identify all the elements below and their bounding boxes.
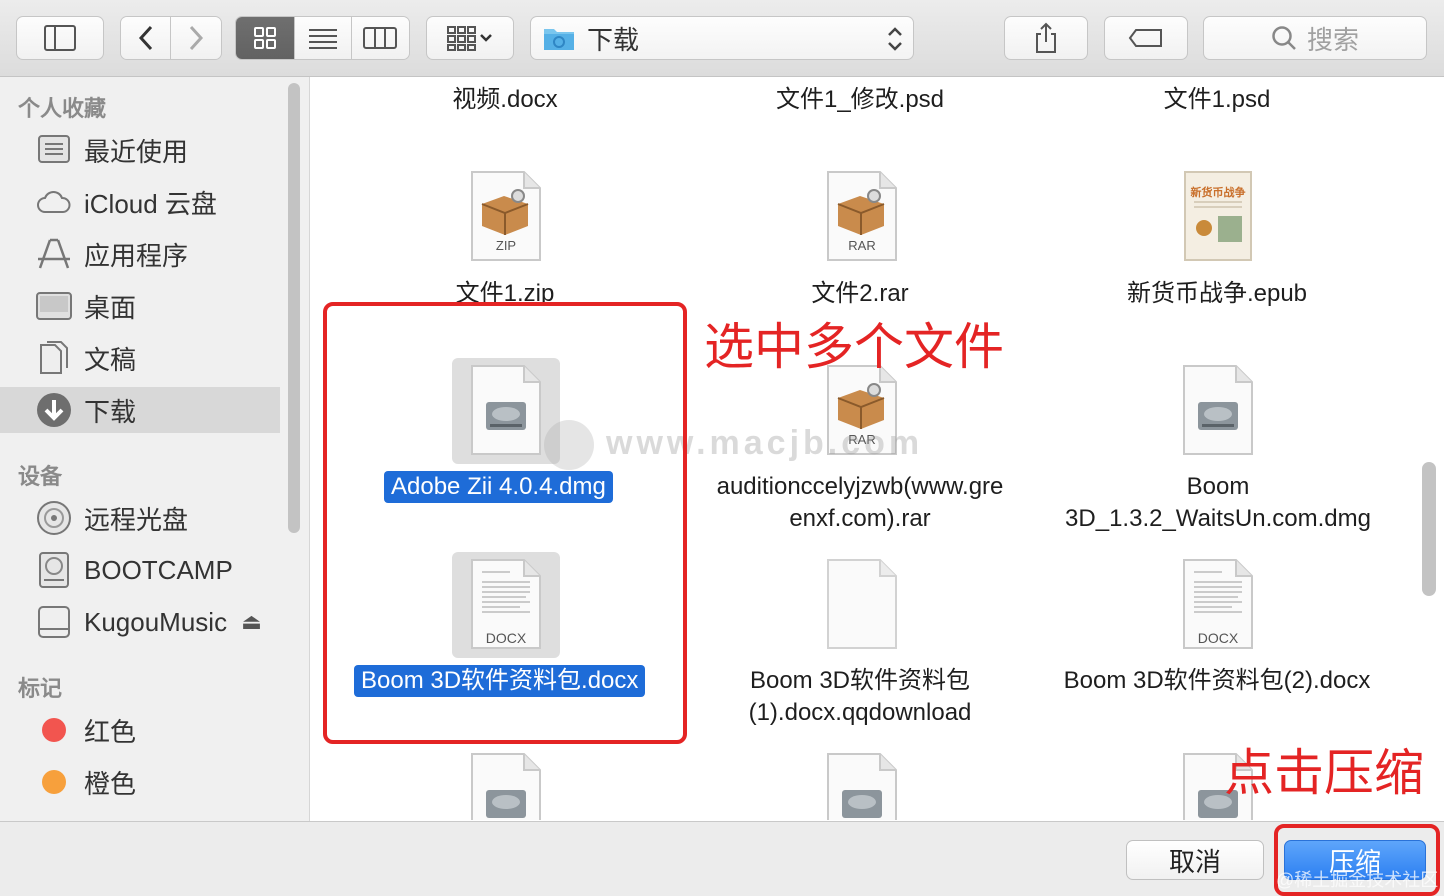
selection-highlight-box [323,302,687,744]
tags-header: 标记 [18,676,63,701]
cancel-button[interactable]: 取消 [1126,840,1264,880]
file-name-line-1[interactable]: Boom [1060,471,1376,503]
cloud-icon [36,184,72,220]
sidebar-item-remote-disc[interactable]: 远程光盘 [0,495,280,541]
tag-button[interactable] [1104,16,1188,60]
sidebar-item-desktop[interactable]: 桌面 [0,283,280,329]
search-icon [1272,26,1296,50]
sidebar-item-label: 桌面 [84,292,137,323]
sidebar-item-label: 下载 [84,396,137,427]
toolbar: 下载 搜索 [0,0,1444,77]
file-badge: DOCX [1197,630,1239,646]
list-view-button[interactable] [295,17,352,59]
sidebar-item-label: KugouMusic [84,606,228,637]
blank-document-icon[interactable] [826,558,898,655]
documents-icon [36,340,72,376]
sidebar-item-label: 红色 [84,716,137,747]
sidebar-item-recents[interactable]: 最近使用 [0,127,280,173]
up-down-chevron-icon [888,27,902,51]
sidebar-item-downloads[interactable]: 下载 [0,387,280,433]
downloads-folder-icon [544,29,574,50]
sidebar-icon [44,25,76,51]
sidebar-item-kugoumusic[interactable]: KugouMusic ⏏ [0,599,280,645]
list-icon [308,29,337,49]
arrange-grid-icon [447,26,492,51]
sidebar-toggle-button[interactable] [16,16,104,60]
orange-tag-dot-icon [36,764,72,800]
sidebar-item-bootcamp[interactable]: BOOTCAMP [0,547,280,593]
sidebar-item-label: BOOTCAMP [84,554,233,585]
share-button[interactable] [1004,16,1088,60]
sidebar-item-tag-red[interactable]: 红色 [0,707,280,753]
chevron-down-icon [480,34,492,42]
file-name[interactable]: 文件2.rar [760,278,960,310]
file-name-line-1[interactable]: Boom 3D软件资料包 [720,665,1000,697]
favorites-header: 个人收藏 [18,96,107,121]
docx-document-icon[interactable]: DOCX [1182,558,1254,655]
red-tag-dot-icon [36,712,72,748]
sidebar-item-applications[interactable]: 应用程序 [0,231,280,277]
file-name[interactable]: Boom 3D软件资料包(2).docx [1052,665,1382,697]
chevron-left-icon [138,25,152,51]
disc-icon [36,500,72,536]
file-name[interactable]: 新货币战争.epub [1100,278,1334,310]
hard-disk-icon [36,552,72,588]
applications-icon [36,236,72,272]
file-name[interactable]: 文件1_修改.psd [740,84,980,116]
sidebar-item-label: 远程光盘 [84,504,189,535]
columns-icon [363,27,398,49]
share-icon [1036,22,1056,53]
recents-icon [36,132,72,168]
back-button[interactable] [121,17,171,59]
arrange-button[interactable] [426,16,514,60]
view-mode-segment [235,16,410,60]
sidebar-item-label: 最近使用 [84,136,189,167]
path-popup[interactable]: 下载 [530,16,914,60]
sidebar-item-label: iCloud 云盘 [84,188,217,219]
eject-icon[interactable]: ⏏ [241,609,262,635]
sidebar-item-tag-orange[interactable]: 橙色 [0,759,280,805]
desktop-icon [36,288,72,324]
search-field[interactable]: 搜索 [1203,16,1427,60]
icon-view-button[interactable] [236,17,296,59]
forward-button[interactable] [171,17,221,59]
zip-archive-icon[interactable]: ZIP [470,170,542,267]
rar-archive-icon[interactable]: RAR [826,170,898,267]
file-badge: RAR [848,238,876,253]
drive-icon [36,604,72,640]
sidebar-item-documents[interactable]: 文稿 [0,335,280,381]
chevron-right-icon [189,25,204,51]
sidebar-item-label: 橙色 [84,768,137,799]
file-grid-scrollbar[interactable] [1422,462,1436,596]
grid-icon [254,27,277,49]
dmg-disk-image-icon[interactable] [1182,364,1254,461]
search-placeholder: 搜索 [1306,24,1359,55]
downloads-icon [36,392,72,428]
sidebar-item-label: 应用程序 [84,240,189,271]
annotation-select-multiple: 选中多个文件 [704,318,1004,376]
file-name-line-2[interactable]: 3D_1.3.2_WaitsUn.com.dmg [1060,503,1376,535]
sidebar: 个人收藏 最近使用 iCloud 云盘 应用程序 桌面 文稿 下载 设备 远程光… [0,77,310,821]
credit-watermark: @稀土掘金技术社区 [1276,870,1439,890]
book-cover-title: 新货币战争 [1190,187,1246,199]
annotation-click-compress: 点击压缩 [1224,744,1424,802]
tag-icon [1128,29,1162,47]
dialog-button-bar: 取消 压缩 [0,821,1444,896]
file-name-line-2[interactable]: enxf.com).rar [700,503,1020,535]
path-folder-label: 下载 [587,24,640,55]
file-name-line-1[interactable]: auditionccelyjzwb(www.gre [700,471,1020,503]
column-view-button[interactable] [351,17,409,59]
devices-header: 设备 [18,464,63,489]
file-name-line-2[interactable]: (1).docx.qqdownload [720,697,1000,729]
dmg-disk-image-icon[interactable] [826,752,898,820]
sidebar-item-label: 文稿 [84,344,137,375]
epub-book-icon[interactable]: 新货币战争 [1182,170,1254,267]
sidebar-item-icloud[interactable]: iCloud 云盘 [0,179,280,225]
sidebar-scrollbar[interactable] [288,83,300,533]
file-name[interactable]: 文件1.psd [1110,84,1324,116]
file-badge: ZIP [495,238,517,253]
nav-buttons [120,16,222,60]
file-name[interactable]: 视频.docx [400,84,610,116]
dmg-disk-image-icon[interactable] [470,752,542,820]
